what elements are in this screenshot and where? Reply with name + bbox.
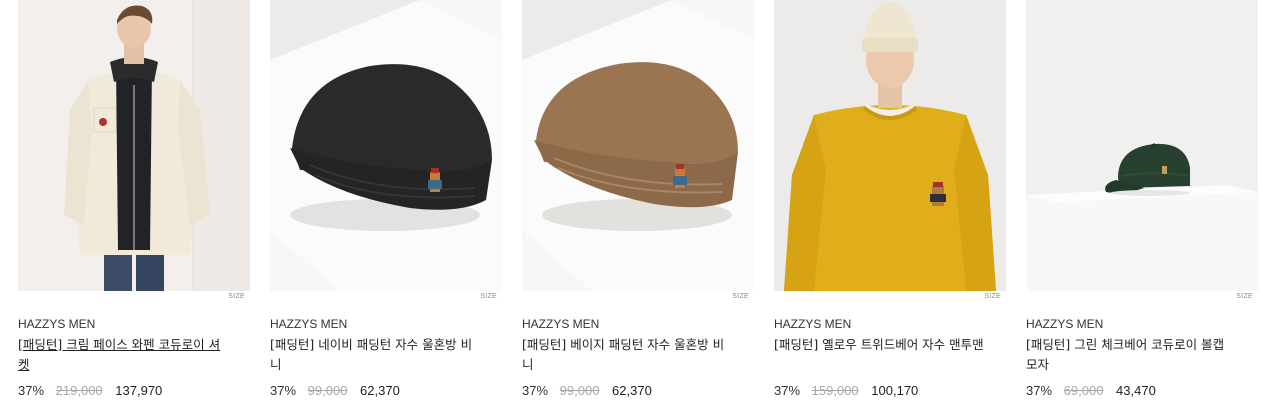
sale-price: 43,470 — [1116, 383, 1156, 398]
product-image[interactable] — [774, 0, 1006, 291]
product-card[interactable]: SIZE HAZZYS MEN [패딩턴] 그린 체크베어 코듀로이 볼캡 모자… — [1026, 0, 1258, 398]
product-image[interactable] — [522, 0, 754, 291]
product-name-link[interactable]: [패딩턴] 그린 체크베어 코듀로이 볼캡 모자 — [1026, 335, 1236, 375]
discount-rate: 37% — [18, 383, 45, 398]
size-guide-label[interactable]: SIZE — [228, 293, 245, 300]
discount-rate: 37% — [774, 383, 801, 398]
brand-name: HAZZYS MEN — [18, 317, 96, 331]
navy-beanie-image — [270, 0, 502, 291]
price-row: 37% 99,000 62,370 — [270, 383, 400, 398]
sale-price: 100,170 — [871, 383, 919, 398]
product-name-link[interactable]: [패딩턴] 베이지 패딩턴 자수 울혼방 비니 — [522, 335, 732, 375]
product-image[interactable] — [1026, 0, 1258, 291]
discount-rate: 37% — [270, 383, 297, 398]
price-row: 37% 159,000 100,170 — [774, 383, 918, 398]
original-price: 69,000 — [1063, 383, 1104, 398]
price-row: 37% 69,000 43,470 — [1026, 383, 1156, 398]
brand-name: HAZZYS MEN — [774, 317, 852, 331]
model-cream-shirt-jacket-image — [18, 0, 250, 291]
product-name-link[interactable]: [패딩턴] 옐로우 트위드베어 자수 맨투맨 — [774, 335, 984, 355]
original-price: 219,000 — [55, 383, 103, 398]
beige-beanie-image — [522, 0, 754, 291]
brand-name: HAZZYS MEN — [270, 317, 348, 331]
price-row: 37% 219,000 137,970 — [18, 383, 162, 398]
product-name-link[interactable]: [패딩턴] 크림 페이스 와펜 코듀로이 셔켓 — [18, 335, 228, 375]
green-corduroy-cap-image — [1026, 0, 1258, 291]
product-card[interactable]: SIZE HAZZYS MEN [패딩턴] 베이지 패딩턴 자수 울혼방 비니 … — [522, 0, 754, 398]
product-card[interactable]: SIZE HAZZYS MEN [패딩턴] 네이비 패딩턴 자수 울혼방 비니 … — [270, 0, 502, 398]
model-yellow-sweatshirt-image — [774, 0, 1006, 291]
sale-price: 62,370 — [360, 383, 400, 398]
sale-price: 137,970 — [115, 383, 163, 398]
original-price: 99,000 — [307, 383, 348, 398]
size-guide-label[interactable]: SIZE — [984, 293, 1001, 300]
size-guide-label[interactable]: SIZE — [1236, 293, 1253, 300]
discount-rate: 37% — [522, 383, 549, 398]
price-row: 37% 99,000 62,370 — [522, 383, 652, 398]
brand-name: HAZZYS MEN — [522, 317, 600, 331]
discount-rate: 37% — [1026, 383, 1053, 398]
product-image[interactable] — [270, 0, 502, 291]
original-price: 159,000 — [811, 383, 859, 398]
product-image[interactable] — [18, 0, 250, 291]
brand-name: HAZZYS MEN — [1026, 317, 1104, 331]
product-card[interactable]: SIZE HAZZYS MEN [패딩턴] 크림 페이스 와펜 코듀로이 셔켓 … — [18, 0, 250, 398]
product-grid: SIZE HAZZYS MEN [패딩턴] 크림 페이스 와펜 코듀로이 셔켓 … — [0, 0, 1263, 418]
size-guide-label[interactable]: SIZE — [480, 293, 497, 300]
size-guide-label[interactable]: SIZE — [732, 293, 749, 300]
original-price: 99,000 — [559, 383, 600, 398]
product-name-link[interactable]: [패딩턴] 네이비 패딩턴 자수 울혼방 비니 — [270, 335, 480, 375]
sale-price: 62,370 — [612, 383, 652, 398]
product-card[interactable]: SIZE HAZZYS MEN [패딩턴] 옐로우 트위드베어 자수 맨투맨 3… — [774, 0, 1006, 398]
